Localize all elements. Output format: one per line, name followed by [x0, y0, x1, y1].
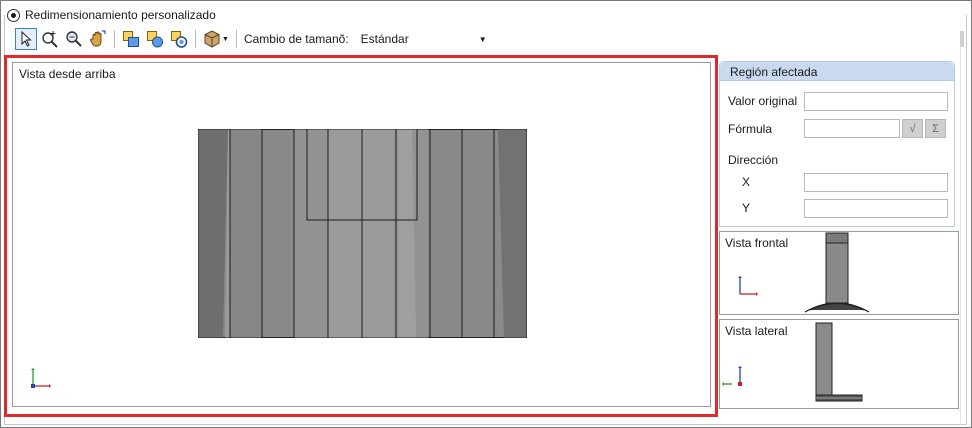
shape-1-button[interactable] — [120, 28, 142, 50]
box-3d-button[interactable] — [201, 28, 223, 50]
pan-button[interactable] — [87, 28, 109, 50]
front-view-canvas[interactable]: Vista frontal — [719, 231, 959, 315]
zoom-window-button[interactable] — [39, 28, 61, 50]
resize-dropdown-value: Estándar — [360, 32, 409, 46]
x-field[interactable] — [804, 173, 948, 192]
vertical-scrollbar[interactable] — [960, 31, 966, 423]
zoom-button[interactable] — [63, 28, 85, 50]
region-panel: Región afectada Valor original Fórmula √… — [719, 61, 955, 227]
shape-1-icon — [123, 31, 139, 47]
sigma-icon: Σ — [932, 122, 939, 135]
x-label: X — [742, 175, 751, 189]
formula-field[interactable] — [804, 119, 900, 138]
axis-triad-icon — [31, 368, 51, 388]
select-arrow-icon — [21, 31, 32, 47]
formula-label: Fórmula — [728, 122, 773, 136]
front-view-axis-icon — [738, 276, 758, 296]
square-root-icon: √ — [909, 122, 916, 135]
resize-dropdown[interactable]: Estándar ▼ — [361, 29, 491, 49]
original-value-label: Valor original — [728, 94, 798, 108]
top-view-drawing — [198, 129, 527, 338]
toolbar: ▼ Cambio de tamanõ: Estándar ▼ — [15, 27, 491, 51]
toolbar-separator — [235, 30, 237, 48]
front-view-drawing — [804, 232, 870, 313]
box-3d-dropdown-arrow-icon[interactable]: ▼ — [222, 36, 229, 43]
dialog-frame: Redimensionamiento personalizado ▼ Cambi… — [0, 0, 972, 428]
toolbar-separator — [114, 30, 115, 48]
sum-button[interactable]: Σ — [925, 119, 946, 138]
toolbar-separator — [195, 30, 196, 48]
scrollbar-thumb[interactable] — [960, 31, 964, 47]
select-arrow-button[interactable] — [15, 28, 37, 50]
y-label: Y — [742, 201, 751, 215]
radio-label: Redimensionamiento personalizado — [25, 8, 216, 22]
chevron-down-icon: ▼ — [478, 34, 487, 44]
zoom-icon — [66, 31, 82, 47]
side-view-title: Vista lateral — [725, 324, 788, 338]
radio-button[interactable] — [7, 8, 20, 22]
side-view-canvas[interactable]: Vista lateral — [719, 319, 959, 409]
resize-label: Cambio de tamanõ: — [243, 32, 349, 46]
side-view-axis-icon — [722, 366, 742, 386]
shape-3-button[interactable] — [168, 28, 190, 50]
custom-resize-option[interactable]: Redimensionamiento personalizado — [7, 7, 220, 23]
top-view-canvas[interactable]: Vista desde arriba — [12, 62, 711, 407]
box-3d-icon — [204, 30, 220, 48]
pan-hand-icon — [90, 30, 106, 47]
original-value-field[interactable] — [804, 92, 948, 111]
formula-editor-button[interactable]: √ — [902, 119, 923, 138]
shape-3-icon — [171, 31, 188, 48]
front-view-title: Vista frontal — [725, 236, 789, 250]
side-view-drawing — [815, 322, 863, 402]
zoom-window-icon — [42, 31, 58, 48]
direction-label: Dirección — [728, 153, 779, 167]
top-view-title: Vista desde arriba — [19, 67, 116, 81]
region-panel-title: Región afectada — [720, 62, 954, 81]
y-field[interactable] — [804, 199, 948, 218]
shape-2-button[interactable] — [144, 28, 166, 50]
shape-2-icon — [147, 31, 163, 48]
